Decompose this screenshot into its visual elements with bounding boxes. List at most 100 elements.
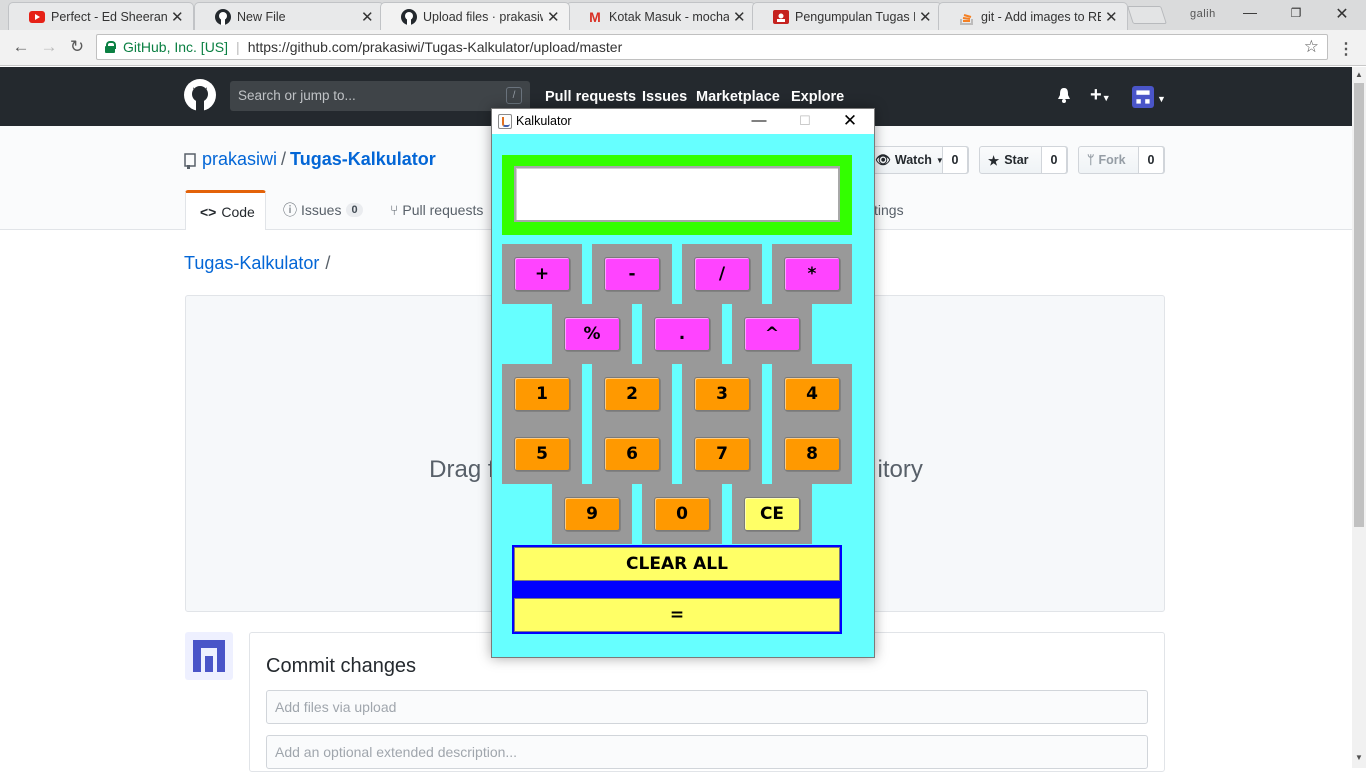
- nav-marketplace[interactable]: Marketplace: [696, 89, 780, 105]
- nav-explore[interactable]: Explore: [791, 89, 844, 105]
- restore-icon[interactable]: ❐: [1286, 6, 1306, 20]
- gap: [582, 244, 592, 304]
- gap: [722, 484, 732, 544]
- search-placeholder: Search or jump to...: [238, 88, 356, 103]
- forward-arrow-icon[interactable]: →: [38, 37, 60, 57]
- eye-icon: 👁: [875, 152, 891, 167]
- digit-3-button[interactable]: 3: [694, 377, 750, 411]
- equals-button[interactable]: =: [514, 598, 840, 632]
- tab-issues[interactable]: ⓘ Issues 0: [283, 190, 363, 230]
- create-new-icon[interactable]: +▼: [1090, 84, 1111, 107]
- notifications-bell-icon[interactable]: [1057, 87, 1071, 108]
- page-scrollbar[interactable]: ▲ ▼: [1352, 67, 1366, 768]
- multiply-button[interactable]: *: [784, 257, 840, 291]
- user-avatar-icon[interactable]: [1132, 86, 1154, 108]
- fork-count[interactable]: 0: [1138, 146, 1164, 174]
- browser-tab-classroom[interactable]: Pengumpulan Tugas Ha ✕: [752, 2, 942, 30]
- breadcrumb-separator: /: [325, 253, 331, 273]
- digit-9-button[interactable]: 9: [564, 497, 620, 531]
- browser-tab-youtube[interactable]: Perfect - Ed Sheeran (Ly ✕: [8, 2, 194, 30]
- minimize-icon[interactable]: —: [744, 111, 774, 131]
- browser-tab-gmail[interactable]: M Kotak Masuk - mocham ✕: [566, 2, 756, 30]
- star-label: Star: [1004, 153, 1029, 167]
- digit-6-button[interactable]: 6: [604, 437, 660, 471]
- github-logo-icon[interactable]: [184, 79, 216, 114]
- close-tab-icon[interactable]: ✕: [171, 8, 185, 26]
- calculator-title-bar[interactable]: Kalkulator — ☐ ✕: [492, 109, 874, 134]
- minimize-icon[interactable]: —: [1240, 4, 1260, 20]
- avatar-dropdown-icon[interactable]: ▼: [1157, 94, 1166, 104]
- digit-1-button[interactable]: 1: [514, 377, 570, 411]
- browser-toolbar: ← → ↻ GitHub, Inc. [US] | https://github…: [0, 30, 1366, 66]
- java-icon: [498, 114, 512, 129]
- maximize-icon[interactable]: ☐: [790, 111, 820, 131]
- chrome-menu-icon[interactable]: ⋮: [1338, 39, 1354, 59]
- clear-all-button[interactable]: CLEAR ALL: [514, 547, 840, 581]
- gap: [672, 244, 682, 304]
- calculator-window: Kalkulator — ☐ ✕ + - / * % . ^ 1 2 3 4 5…: [491, 108, 875, 658]
- url-text[interactable]: https://github.com/prakasiwi/Tugas-Kalku…: [248, 39, 623, 55]
- bookmark-star-icon[interactable]: ☆: [1304, 37, 1319, 57]
- tab-issues-label: Issues: [301, 202, 342, 218]
- close-tab-icon[interactable]: ✕: [733, 8, 747, 26]
- gap: [672, 364, 682, 484]
- close-tab-icon[interactable]: ✕: [1105, 8, 1119, 26]
- plus-button[interactable]: +: [514, 257, 570, 291]
- close-icon[interactable]: ✕: [835, 111, 865, 131]
- browser-tab-upload-files[interactable]: Upload files · prakasiwi/ ✕: [380, 2, 570, 30]
- power-button[interactable]: ^: [744, 317, 800, 351]
- decimal-button[interactable]: .: [654, 317, 710, 351]
- repo-owner-link[interactable]: prakasiwi: [202, 149, 277, 169]
- code-icon: <>: [200, 203, 217, 220]
- minus-button[interactable]: -: [604, 257, 660, 291]
- close-tab-icon[interactable]: ✕: [361, 8, 375, 26]
- site-identity[interactable]: GitHub, Inc. [US]: [123, 39, 228, 55]
- star-count[interactable]: 0: [1041, 146, 1067, 174]
- digit-0-button[interactable]: 0: [654, 497, 710, 531]
- profile-name[interactable]: galih: [1190, 8, 1216, 20]
- scroll-down-arrow-icon[interactable]: ▼: [1355, 753, 1363, 762]
- tab-settings[interactable]: tings: [874, 190, 904, 230]
- calculator-display[interactable]: [514, 166, 840, 222]
- digit-7-button[interactable]: 7: [694, 437, 750, 471]
- modulo-button[interactable]: %: [564, 317, 620, 351]
- gap: [632, 484, 642, 544]
- browser-tab-stackoverflow[interactable]: git - Add images to REA ✕: [938, 2, 1128, 30]
- scroll-up-arrow-icon[interactable]: ▲: [1355, 70, 1363, 79]
- tab-pull-requests[interactable]: ⑂ Pull requests: [390, 190, 483, 230]
- tab-code[interactable]: <> Code: [185, 190, 266, 230]
- youtube-icon: [29, 9, 45, 25]
- breadcrumb-repo-link[interactable]: Tugas-Kalkulator: [184, 253, 319, 273]
- watch-count[interactable]: 0: [942, 146, 968, 174]
- scrollbar-thumb[interactable]: [1354, 83, 1364, 527]
- commit-summary-input[interactable]: Add files via upload: [266, 690, 1148, 724]
- browser-tab-new-file[interactable]: New File ✕: [194, 2, 384, 30]
- close-tab-icon[interactable]: ✕: [547, 8, 561, 26]
- star-icon: ★: [988, 153, 1000, 168]
- watch-button[interactable]: 👁 Watch ▼ 0: [866, 146, 969, 174]
- fork-button[interactable]: ᛘ Fork 0: [1078, 146, 1165, 174]
- commit-description-input[interactable]: Add an optional extended description...: [266, 735, 1148, 769]
- digit-2-button[interactable]: 2: [604, 377, 660, 411]
- reload-icon[interactable]: ↻: [66, 37, 88, 57]
- digit-8-button[interactable]: 8: [784, 437, 840, 471]
- clear-entry-button[interactable]: CE: [744, 497, 800, 531]
- close-tab-icon[interactable]: ✕: [919, 8, 933, 26]
- lock-icon: [105, 41, 116, 53]
- close-window-icon[interactable]: ✕: [1332, 4, 1352, 24]
- tab-settings-label: tings: [874, 202, 904, 218]
- divide-button[interactable]: /: [694, 257, 750, 291]
- repo-name-link[interactable]: Tugas-Kalkulator: [290, 149, 436, 169]
- nav-pull-requests[interactable]: Pull requests: [545, 89, 636, 105]
- back-arrow-icon[interactable]: ←: [10, 37, 32, 57]
- search-shortcut-key: /: [506, 87, 522, 104]
- drag-text-left: Drag f: [429, 456, 495, 483]
- search-input[interactable]: Search or jump to... /: [230, 81, 530, 111]
- nav-issues[interactable]: Issues: [642, 89, 687, 105]
- star-button[interactable]: ★ Star 0: [979, 146, 1068, 174]
- digit-5-button[interactable]: 5: [514, 437, 570, 471]
- new-tab-button[interactable]: [1127, 6, 1167, 24]
- digit-4-button[interactable]: 4: [784, 377, 840, 411]
- address-bar[interactable]: GitHub, Inc. [US] | https://github.com/p…: [96, 34, 1328, 60]
- gap: [632, 304, 642, 364]
